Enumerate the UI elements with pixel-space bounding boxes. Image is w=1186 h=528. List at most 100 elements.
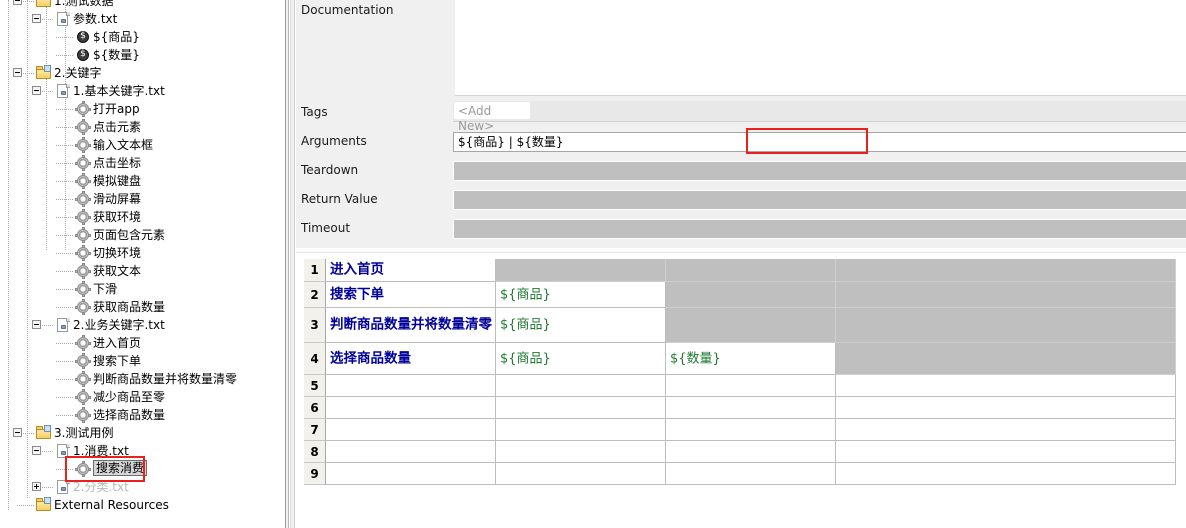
tree-node[interactable]: 输入文本框 bbox=[0, 136, 285, 154]
tree-node[interactable]: ${数量} bbox=[0, 46, 285, 64]
grid-cell[interactable] bbox=[666, 441, 836, 463]
tree-node[interactable]: 切换环境 bbox=[0, 244, 285, 262]
grid-cell[interactable] bbox=[836, 397, 1176, 419]
collapse-icon[interactable] bbox=[13, 0, 22, 5]
tree-node[interactable]: 滑动屏幕 bbox=[0, 190, 285, 208]
tree-node[interactable]: 搜索消费 bbox=[0, 460, 285, 478]
tree-node[interactable]: 页面包含元素 bbox=[0, 226, 285, 244]
tree-node[interactable]: 减少商品至零 bbox=[0, 388, 285, 406]
grid-cell-text: ${数量} bbox=[670, 351, 721, 366]
grid-cell[interactable] bbox=[326, 441, 496, 463]
grid-row-header[interactable]: 6 bbox=[304, 397, 326, 419]
grid-cell[interactable] bbox=[666, 463, 836, 485]
tree-node-label: 3.测试用例 bbox=[54, 426, 114, 440]
grid-cell[interactable] bbox=[496, 441, 666, 463]
grid-cell[interactable] bbox=[666, 282, 836, 308]
grid-cell[interactable] bbox=[666, 375, 836, 397]
grid-cell[interactable] bbox=[836, 259, 1176, 282]
grid-cell[interactable] bbox=[326, 419, 496, 441]
tree-node[interactable]: 打开app bbox=[0, 100, 285, 118]
documentation-editor[interactable] bbox=[455, 0, 1186, 96]
tree-node[interactable]: 判断商品数量并将数量清零 bbox=[0, 370, 285, 388]
tree-node[interactable]: 1.消费.txt bbox=[0, 442, 285, 460]
collapse-icon[interactable] bbox=[13, 428, 22, 437]
collapse-icon[interactable] bbox=[32, 86, 41, 95]
tree-node[interactable]: 1.测试数据 bbox=[0, 0, 285, 10]
folder-icon bbox=[36, 0, 52, 9]
tree-node[interactable]: External Resources bbox=[0, 496, 285, 514]
grid-cell[interactable] bbox=[666, 397, 836, 419]
tree-node[interactable]: 3.测试用例 bbox=[0, 424, 285, 442]
tree-node[interactable]: 1.基本关键字.txt bbox=[0, 82, 285, 100]
grid-cell[interactable] bbox=[496, 419, 666, 441]
tree-node[interactable]: 搜索下单 bbox=[0, 352, 285, 370]
tree-node[interactable]: 2.分类.txt bbox=[0, 478, 285, 496]
grid-cell[interactable] bbox=[666, 308, 836, 343]
tree-node[interactable]: 模拟键盘 bbox=[0, 172, 285, 190]
tree-node[interactable]: 2.关键字 bbox=[0, 64, 285, 82]
collapse-icon[interactable] bbox=[32, 14, 41, 23]
grid-row-header[interactable]: 5 bbox=[304, 375, 326, 397]
test-steps-grid[interactable]: 1 进入首页 2 搜索下单 ${商品} 3 判断商品数量并将数量清零 ${商品} 4 选择商品数量… bbox=[296, 252, 1186, 528]
grid-row-header[interactable]: 8 bbox=[304, 441, 326, 463]
tree-node[interactable]: 点击元素 bbox=[0, 118, 285, 136]
project-tree-panel[interactable]: 1.测试数据参数.txt ${商品} ${数量} 2.关键字 1.基本关键字.txt 打开… bbox=[0, 0, 285, 528]
tree-node[interactable]: 2.业务关键字.txt bbox=[0, 316, 285, 334]
tree-node[interactable]: 获取环境 bbox=[0, 208, 285, 226]
grid-cell[interactable] bbox=[496, 397, 666, 419]
grid-cell[interactable] bbox=[836, 419, 1176, 441]
grid-cell[interactable] bbox=[836, 463, 1176, 485]
grid-row-header[interactable]: 7 bbox=[304, 419, 326, 441]
grid-cell[interactable] bbox=[496, 463, 666, 485]
grid-cell[interactable]: ${商品} bbox=[496, 282, 666, 308]
tree-node[interactable]: 选择商品数量 bbox=[0, 406, 285, 424]
teardown-input[interactable] bbox=[453, 161, 1186, 181]
grid-cell[interactable] bbox=[496, 259, 666, 282]
grid-cell[interactable]: 搜索下单 bbox=[326, 282, 496, 308]
grid-cell[interactable]: 选择商品数量 bbox=[326, 343, 496, 375]
grid-cell[interactable] bbox=[666, 419, 836, 441]
collapse-icon[interactable] bbox=[32, 320, 41, 329]
panel-splitter[interactable] bbox=[285, 0, 295, 528]
tree-node-label: 1.测试数据 bbox=[54, 0, 114, 8]
timeout-input[interactable] bbox=[453, 219, 1186, 239]
keyword-icon bbox=[75, 407, 91, 423]
grid-row-header[interactable]: 9 bbox=[304, 463, 326, 485]
grid-row-header[interactable]: 2 bbox=[304, 282, 326, 308]
tree-node[interactable]: 进入首页 bbox=[0, 334, 285, 352]
grid-cell[interactable] bbox=[836, 308, 1176, 343]
collapse-icon[interactable] bbox=[13, 68, 22, 77]
grid-cell[interactable]: 判断商品数量并将数量清零 bbox=[326, 308, 496, 343]
grid-cell[interactable] bbox=[836, 282, 1176, 308]
expand-icon[interactable] bbox=[32, 482, 41, 491]
arguments-input[interactable]: ${商品} | ${数量} bbox=[453, 132, 1186, 152]
grid-cell[interactable] bbox=[836, 375, 1176, 397]
collapse-icon[interactable] bbox=[32, 446, 41, 455]
grid-cell[interactable] bbox=[666, 259, 836, 282]
grid-cell[interactable]: ${商品} bbox=[496, 308, 666, 343]
tree-node[interactable]: 点击坐标 bbox=[0, 154, 285, 172]
grid-cell[interactable]: ${商品} bbox=[496, 343, 666, 375]
tree-connector bbox=[56, 55, 73, 56]
grid-cell[interactable] bbox=[496, 375, 666, 397]
grid-cell[interactable] bbox=[326, 463, 496, 485]
grid-cell[interactable]: 进入首页 bbox=[326, 259, 496, 282]
return-value-input[interactable] bbox=[453, 190, 1186, 210]
grid-cell[interactable] bbox=[326, 375, 496, 397]
grid-cell-text: ${商品} bbox=[500, 287, 551, 302]
grid-row-header[interactable]: 3 bbox=[304, 308, 326, 343]
grid-cell[interactable] bbox=[326, 397, 496, 419]
folder-icon bbox=[36, 65, 52, 81]
file-icon bbox=[55, 83, 71, 99]
tree-node[interactable]: 获取文本 bbox=[0, 262, 285, 280]
tree-node[interactable]: 获取商品数量 bbox=[0, 298, 285, 316]
tags-add-new-field[interactable]: <Add New> bbox=[453, 101, 531, 133]
grid-row-header[interactable]: 1 bbox=[304, 259, 326, 282]
grid-cell[interactable] bbox=[836, 343, 1176, 375]
tree-node[interactable]: ${商品} bbox=[0, 28, 285, 46]
grid-cell[interactable] bbox=[836, 441, 1176, 463]
grid-cell[interactable]: ${数量} bbox=[666, 343, 836, 375]
tree-node[interactable]: 参数.txt bbox=[0, 10, 285, 28]
tree-node[interactable]: 下滑 bbox=[0, 280, 285, 298]
grid-row-header[interactable]: 4 bbox=[304, 343, 326, 375]
